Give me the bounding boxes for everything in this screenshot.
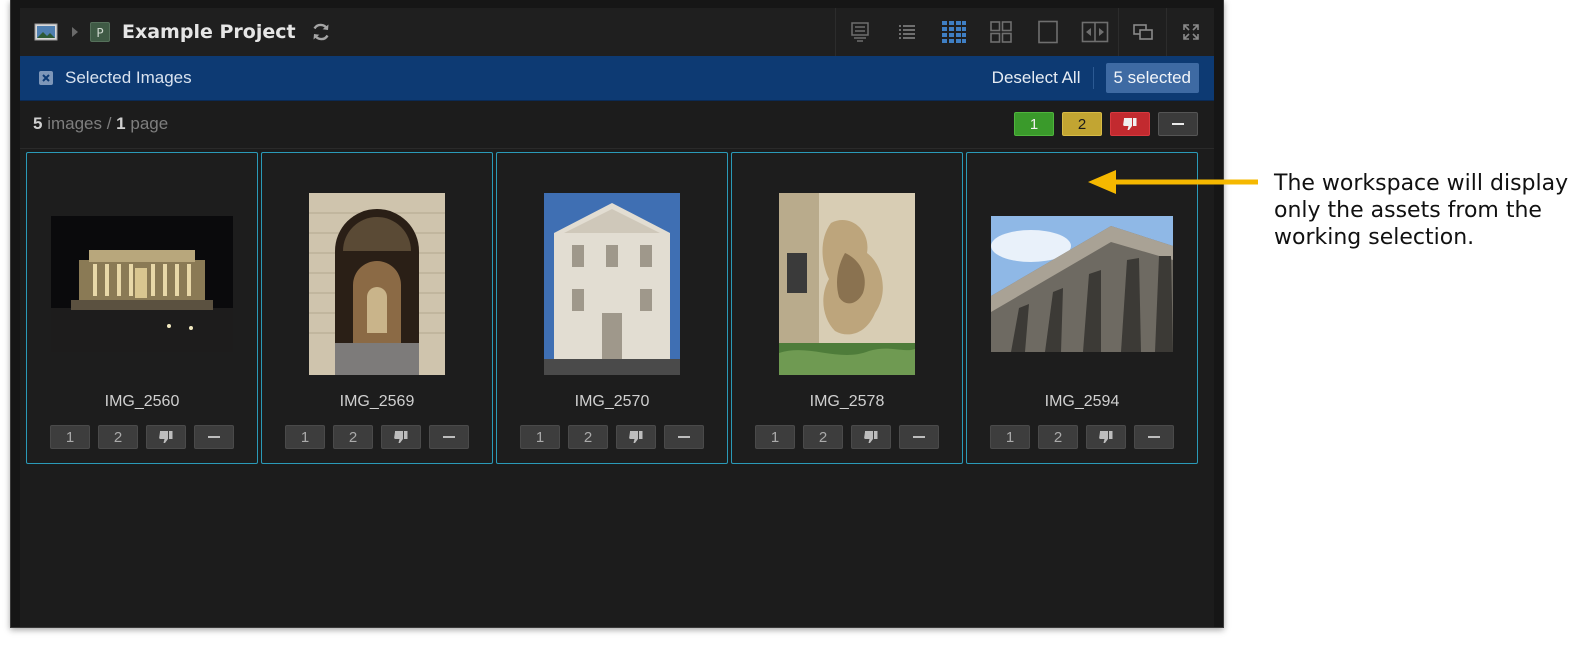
- list-view-icon[interactable]: [883, 8, 930, 56]
- small-grid-view-icon[interactable]: [930, 8, 977, 56]
- overlay-windows-icon[interactable]: [1119, 8, 1166, 56]
- project-badge: P: [90, 22, 110, 42]
- dash-icon: [1172, 123, 1184, 125]
- thumbnail-area: [967, 193, 1197, 375]
- toolbar: P Example Project: [20, 8, 1214, 57]
- selection-bar: Selected Images Deselect All 5 selected: [20, 56, 1214, 101]
- rate-1-button[interactable]: 1: [285, 425, 325, 449]
- reject-button[interactable]: [146, 425, 186, 449]
- reject-button[interactable]: [381, 425, 421, 449]
- thumbnail-archway[interactable]: [309, 193, 445, 375]
- thumbnail-fountain-statue[interactable]: [779, 193, 915, 375]
- rating-filters: 1 2: [1006, 112, 1198, 136]
- dash-icon: [208, 436, 220, 438]
- image-card[interactable]: IMG_2569 1 2: [261, 152, 493, 464]
- rating-buttons: 1 2: [285, 425, 477, 449]
- filter-unrated-button[interactable]: [1158, 112, 1198, 136]
- rate-2-button[interactable]: 2: [98, 425, 138, 449]
- workspace-panel: P Example Project Selected Images Desele…: [20, 8, 1214, 627]
- rating-buttons: 1 2: [755, 425, 947, 449]
- thumbs-down-icon: [1123, 118, 1137, 130]
- thumbnail-church-facade[interactable]: [544, 193, 680, 375]
- annotation-arrow: [1088, 170, 1258, 194]
- filter-rating-1-button[interactable]: 1: [1014, 112, 1054, 136]
- thumbnail-area: [27, 193, 257, 375]
- image-card[interactable]: IMG_2570 1 2: [496, 152, 728, 464]
- rate-1-button[interactable]: 1: [50, 425, 90, 449]
- image-grid: IMG_2560 1 2 IMG_2569 1 2 IMG_2570 1 2 I…: [26, 152, 1201, 464]
- unrate-button[interactable]: [1134, 425, 1174, 449]
- filter-rating-2-button[interactable]: 2: [1062, 112, 1102, 136]
- reject-button[interactable]: [616, 425, 656, 449]
- thumbs-down-icon: [394, 431, 408, 443]
- thumbnail-area: [732, 193, 962, 375]
- rate-1-button[interactable]: 1: [755, 425, 795, 449]
- rate-2-button[interactable]: 2: [568, 425, 608, 449]
- deselect-all-button[interactable]: Deselect All: [992, 68, 1081, 88]
- unrate-button[interactable]: [899, 425, 939, 449]
- dash-icon: [443, 436, 455, 438]
- rate-2-button[interactable]: 2: [803, 425, 843, 449]
- rating-buttons: 1 2: [520, 425, 712, 449]
- dash-icon: [913, 436, 925, 438]
- selection-actions: Deselect All 5 selected: [992, 63, 1199, 93]
- image-page-count: 5 images / 1 page: [33, 114, 168, 134]
- unrate-button[interactable]: [664, 425, 704, 449]
- page-count: 1: [116, 114, 126, 133]
- view-mode-toolbar: [835, 8, 1214, 56]
- rate-1-button[interactable]: 1: [990, 425, 1030, 449]
- thumbnail-area: [262, 193, 492, 375]
- thumbnail-pantheon-columns[interactable]: [991, 216, 1173, 352]
- selected-count-badge[interactable]: 5 selected: [1105, 63, 1199, 93]
- grid-divider: [20, 148, 1214, 149]
- rating-buttons: 1 2: [50, 425, 242, 449]
- reject-button[interactable]: [851, 425, 891, 449]
- app-window: P Example Project Selected Images Desele…: [10, 0, 1224, 628]
- reject-button[interactable]: [1086, 425, 1126, 449]
- single-view-icon[interactable]: [1024, 8, 1071, 56]
- refresh-icon[interactable]: [310, 21, 332, 43]
- project-title[interactable]: Example Project: [122, 21, 296, 43]
- detail-view-icon[interactable]: [836, 8, 883, 56]
- page-word: page: [125, 114, 169, 133]
- image-card[interactable]: IMG_2578 1 2: [731, 152, 963, 464]
- image-filename: IMG_2569: [339, 393, 415, 410]
- dash-icon: [678, 436, 690, 438]
- rate-2-button[interactable]: 2: [1038, 425, 1078, 449]
- image-card[interactable]: IMG_2560 1 2: [26, 152, 258, 464]
- large-grid-view-icon[interactable]: [977, 8, 1024, 56]
- image-filename: IMG_2594: [1044, 393, 1120, 410]
- image-card[interactable]: IMG_2594 1 2: [966, 152, 1198, 464]
- annotation-text: The workspace will display only the asse…: [1274, 171, 1569, 250]
- rate-2-button[interactable]: 2: [333, 425, 373, 449]
- image-filename: IMG_2560: [104, 393, 180, 410]
- compare-view-icon[interactable]: [1071, 8, 1118, 56]
- filter-reject-button[interactable]: [1110, 112, 1150, 136]
- thumbs-down-icon: [159, 431, 173, 443]
- thumbs-down-icon: [864, 431, 878, 443]
- rating-buttons: 1 2: [990, 425, 1182, 449]
- rate-1-button[interactable]: 1: [520, 425, 560, 449]
- thumbnail-area: [497, 193, 727, 375]
- thumbnail-monument-night[interactable]: [51, 216, 233, 352]
- images-word: images /: [42, 114, 117, 133]
- summary-bar: 5 images / 1 page 1 2: [20, 101, 1214, 147]
- unrate-button[interactable]: [429, 425, 469, 449]
- image-filename: IMG_2578: [809, 393, 885, 410]
- dash-icon: [1148, 436, 1160, 438]
- thumbs-down-icon: [1099, 431, 1113, 443]
- unrate-button[interactable]: [194, 425, 234, 449]
- chevron-right-icon: [70, 24, 80, 40]
- thumbs-down-icon: [629, 431, 643, 443]
- photo-library-icon[interactable]: [34, 22, 58, 42]
- fullscreen-icon[interactable]: [1167, 8, 1214, 56]
- selection-title: Selected Images: [65, 68, 192, 87]
- selection-divider: [1092, 67, 1094, 89]
- image-filename: IMG_2570: [574, 393, 650, 410]
- close-selection-icon[interactable]: [39, 71, 53, 85]
